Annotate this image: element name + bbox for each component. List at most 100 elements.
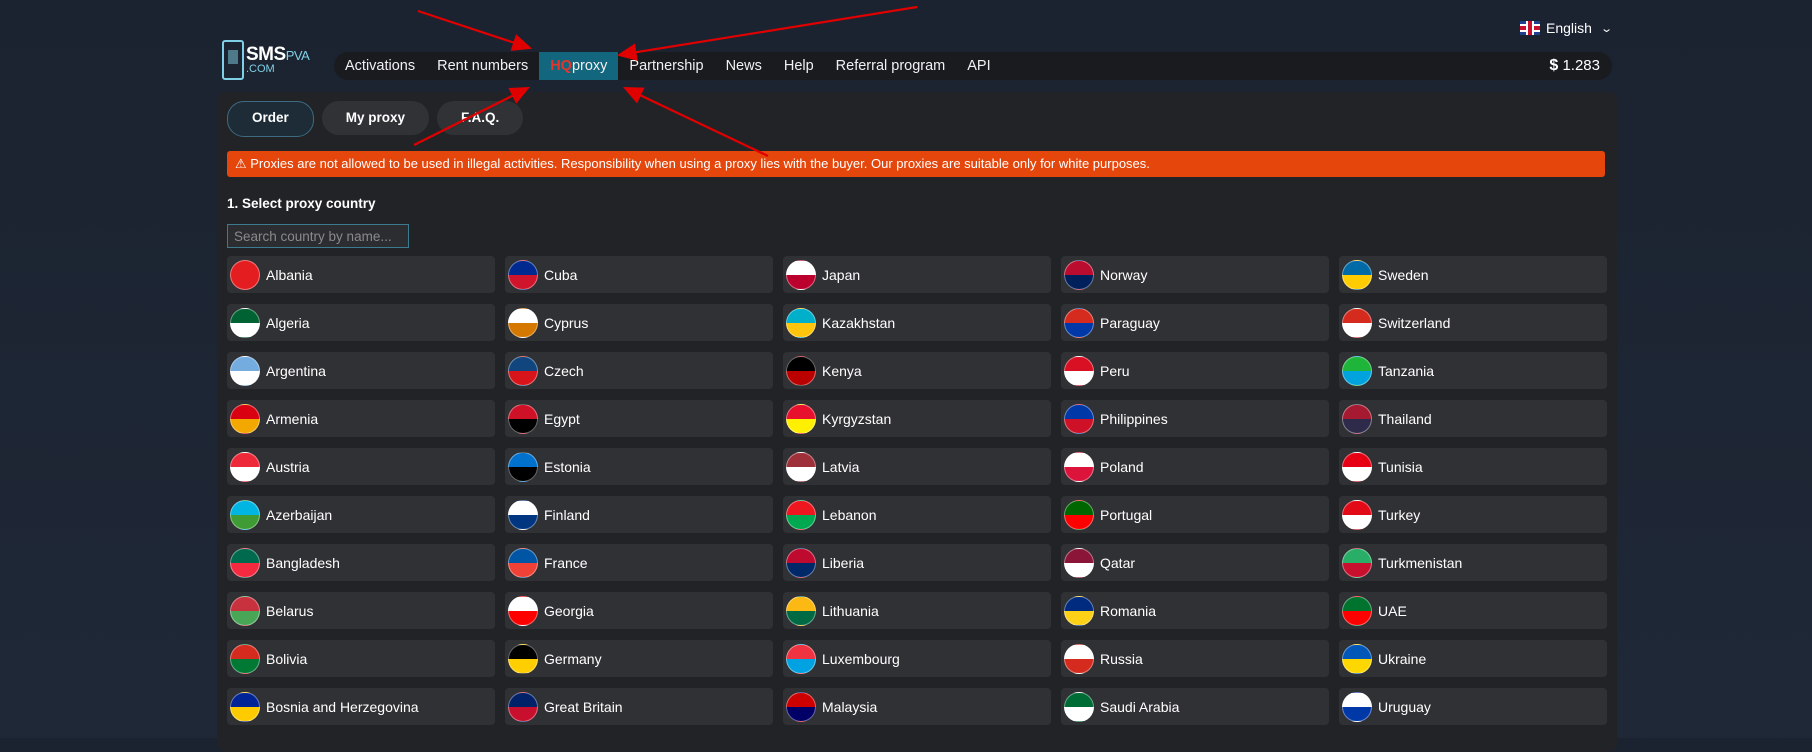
nav-referral-program[interactable]: Referral program: [825, 52, 957, 80]
country-flag-icon: [230, 307, 260, 338]
country-name: Kenya: [822, 362, 862, 379]
country-name: Peru: [1100, 362, 1130, 379]
country-item[interactable]: Poland: [1061, 448, 1329, 485]
country-flag-icon: [1342, 259, 1372, 290]
country-item[interactable]: Portugal: [1061, 496, 1329, 533]
country-item[interactable]: Kazakhstan: [783, 304, 1051, 341]
country-name: Thailand: [1378, 410, 1432, 427]
country-flag-icon: [786, 643, 816, 674]
nav-hq-proxy[interactable]: HQproxy: [539, 52, 619, 80]
country-flag-icon: [1064, 403, 1094, 434]
country-item[interactable]: UAE: [1339, 592, 1607, 629]
country-item[interactable]: Tanzania: [1339, 352, 1607, 389]
country-flag-icon: [1342, 547, 1372, 578]
country-item[interactable]: Turkey: [1339, 496, 1607, 533]
country-item[interactable]: Georgia: [505, 592, 773, 629]
country-item[interactable]: Bangladesh: [227, 544, 495, 581]
tab-faq[interactable]: F.A.Q.: [437, 101, 524, 135]
nav-help[interactable]: Help: [773, 52, 825, 80]
tab-my-proxy[interactable]: My proxy: [321, 101, 430, 135]
country-item[interactable]: Cyprus: [505, 304, 773, 341]
country-item[interactable]: Belarus: [227, 592, 495, 629]
country-flag-icon: [1064, 355, 1094, 386]
country-name: Egypt: [544, 410, 580, 427]
country-item[interactable]: Japan: [783, 256, 1051, 293]
country-item[interactable]: Philippines: [1061, 400, 1329, 437]
country-search-input[interactable]: [227, 224, 409, 248]
country-item[interactable]: Uruguay: [1339, 688, 1607, 725]
country-flag-icon: [508, 643, 538, 674]
country-item[interactable]: Peru: [1061, 352, 1329, 389]
nav-api[interactable]: API: [956, 52, 1001, 80]
country-item[interactable]: Luxembourg: [783, 640, 1051, 677]
country-item[interactable]: Austria: [227, 448, 495, 485]
country-flag-icon: [1342, 595, 1372, 626]
logo[interactable]: SMSPVA .COM: [222, 40, 310, 80]
main-nav: Activations Rent numbers HQproxy Partner…: [334, 52, 1612, 80]
country-item[interactable]: Armenia: [227, 400, 495, 437]
country-item[interactable]: Thailand: [1339, 400, 1607, 437]
country-item[interactable]: Czech: [505, 352, 773, 389]
country-name: Portugal: [1100, 506, 1153, 523]
balance[interactable]: $ 1.283: [1549, 57, 1600, 75]
country-flag-icon: [1064, 307, 1094, 338]
country-flag-icon: [786, 595, 816, 626]
dollar-icon: $: [1549, 57, 1559, 74]
country-item[interactable]: Qatar: [1061, 544, 1329, 581]
logo-accent: PVA: [285, 48, 310, 63]
country-item[interactable]: Bosnia and Herzegovina: [227, 688, 495, 725]
country-flag-icon: [1342, 643, 1372, 674]
annotation-arrow: [616, 5, 918, 61]
country-flag-icon: [1064, 451, 1094, 482]
country-item[interactable]: Egypt: [505, 400, 773, 437]
country-flag-icon: [786, 307, 816, 338]
country-flag-icon: [786, 355, 816, 386]
country-item[interactable]: Turkmenistan: [1339, 544, 1607, 581]
step-label: 1. Select proxy country: [227, 196, 376, 211]
country-name: Switzerland: [1378, 314, 1451, 331]
country-name: Norway: [1100, 266, 1148, 283]
nav-rent-numbers[interactable]: Rent numbers: [426, 52, 539, 80]
country-item[interactable]: Estonia: [505, 448, 773, 485]
country-name: Albania: [266, 266, 313, 283]
country-flag-icon: [1342, 355, 1372, 386]
nav-news[interactable]: News: [715, 52, 773, 80]
country-item[interactable]: Azerbaijan: [227, 496, 495, 533]
country-item[interactable]: Lebanon: [783, 496, 1051, 533]
country-name: Poland: [1100, 458, 1144, 475]
country-item[interactable]: Russia: [1061, 640, 1329, 677]
country-item[interactable]: Argentina: [227, 352, 495, 389]
country-item[interactable]: Romania: [1061, 592, 1329, 629]
country-item[interactable]: Albania: [227, 256, 495, 293]
country-item[interactable]: Tunisia: [1339, 448, 1607, 485]
country-item[interactable]: Bolivia: [227, 640, 495, 677]
country-item[interactable]: Saudi Arabia: [1061, 688, 1329, 725]
nav-hq-prefix: HQ: [550, 58, 572, 74]
country-name: Tunisia: [1378, 458, 1423, 475]
country-item[interactable]: France: [505, 544, 773, 581]
country-item[interactable]: Paraguay: [1061, 304, 1329, 341]
country-item[interactable]: Kyrgyzstan: [783, 400, 1051, 437]
country-item[interactable]: Germany: [505, 640, 773, 677]
country-item[interactable]: Switzerland: [1339, 304, 1607, 341]
country-item[interactable]: Algeria: [227, 304, 495, 341]
tab-order[interactable]: Order: [227, 101, 314, 137]
country-item[interactable]: Ukraine: [1339, 640, 1607, 677]
country-item[interactable]: Finland: [505, 496, 773, 533]
nav-activations[interactable]: Activations: [334, 52, 426, 80]
country-item[interactable]: Norway: [1061, 256, 1329, 293]
country-name: Tanzania: [1378, 362, 1435, 379]
country-item[interactable]: Latvia: [783, 448, 1051, 485]
country-item[interactable]: Great Britain: [505, 688, 773, 725]
country-item[interactable]: Malaysia: [783, 688, 1051, 725]
language-selector[interactable]: English ⌄: [1520, 20, 1613, 36]
country-item[interactable]: Lithuania: [783, 592, 1051, 629]
country-item[interactable]: Cuba: [505, 256, 773, 293]
country-flag-icon: [230, 691, 260, 722]
country-item[interactable]: Kenya: [783, 352, 1051, 389]
country-name: Bosnia and Herzegovina: [266, 698, 419, 715]
country-name: Turkmenistan: [1378, 554, 1463, 571]
country-item[interactable]: Sweden: [1339, 256, 1607, 293]
nav-partnership[interactable]: Partnership: [618, 52, 714, 80]
country-item[interactable]: Liberia: [783, 544, 1051, 581]
